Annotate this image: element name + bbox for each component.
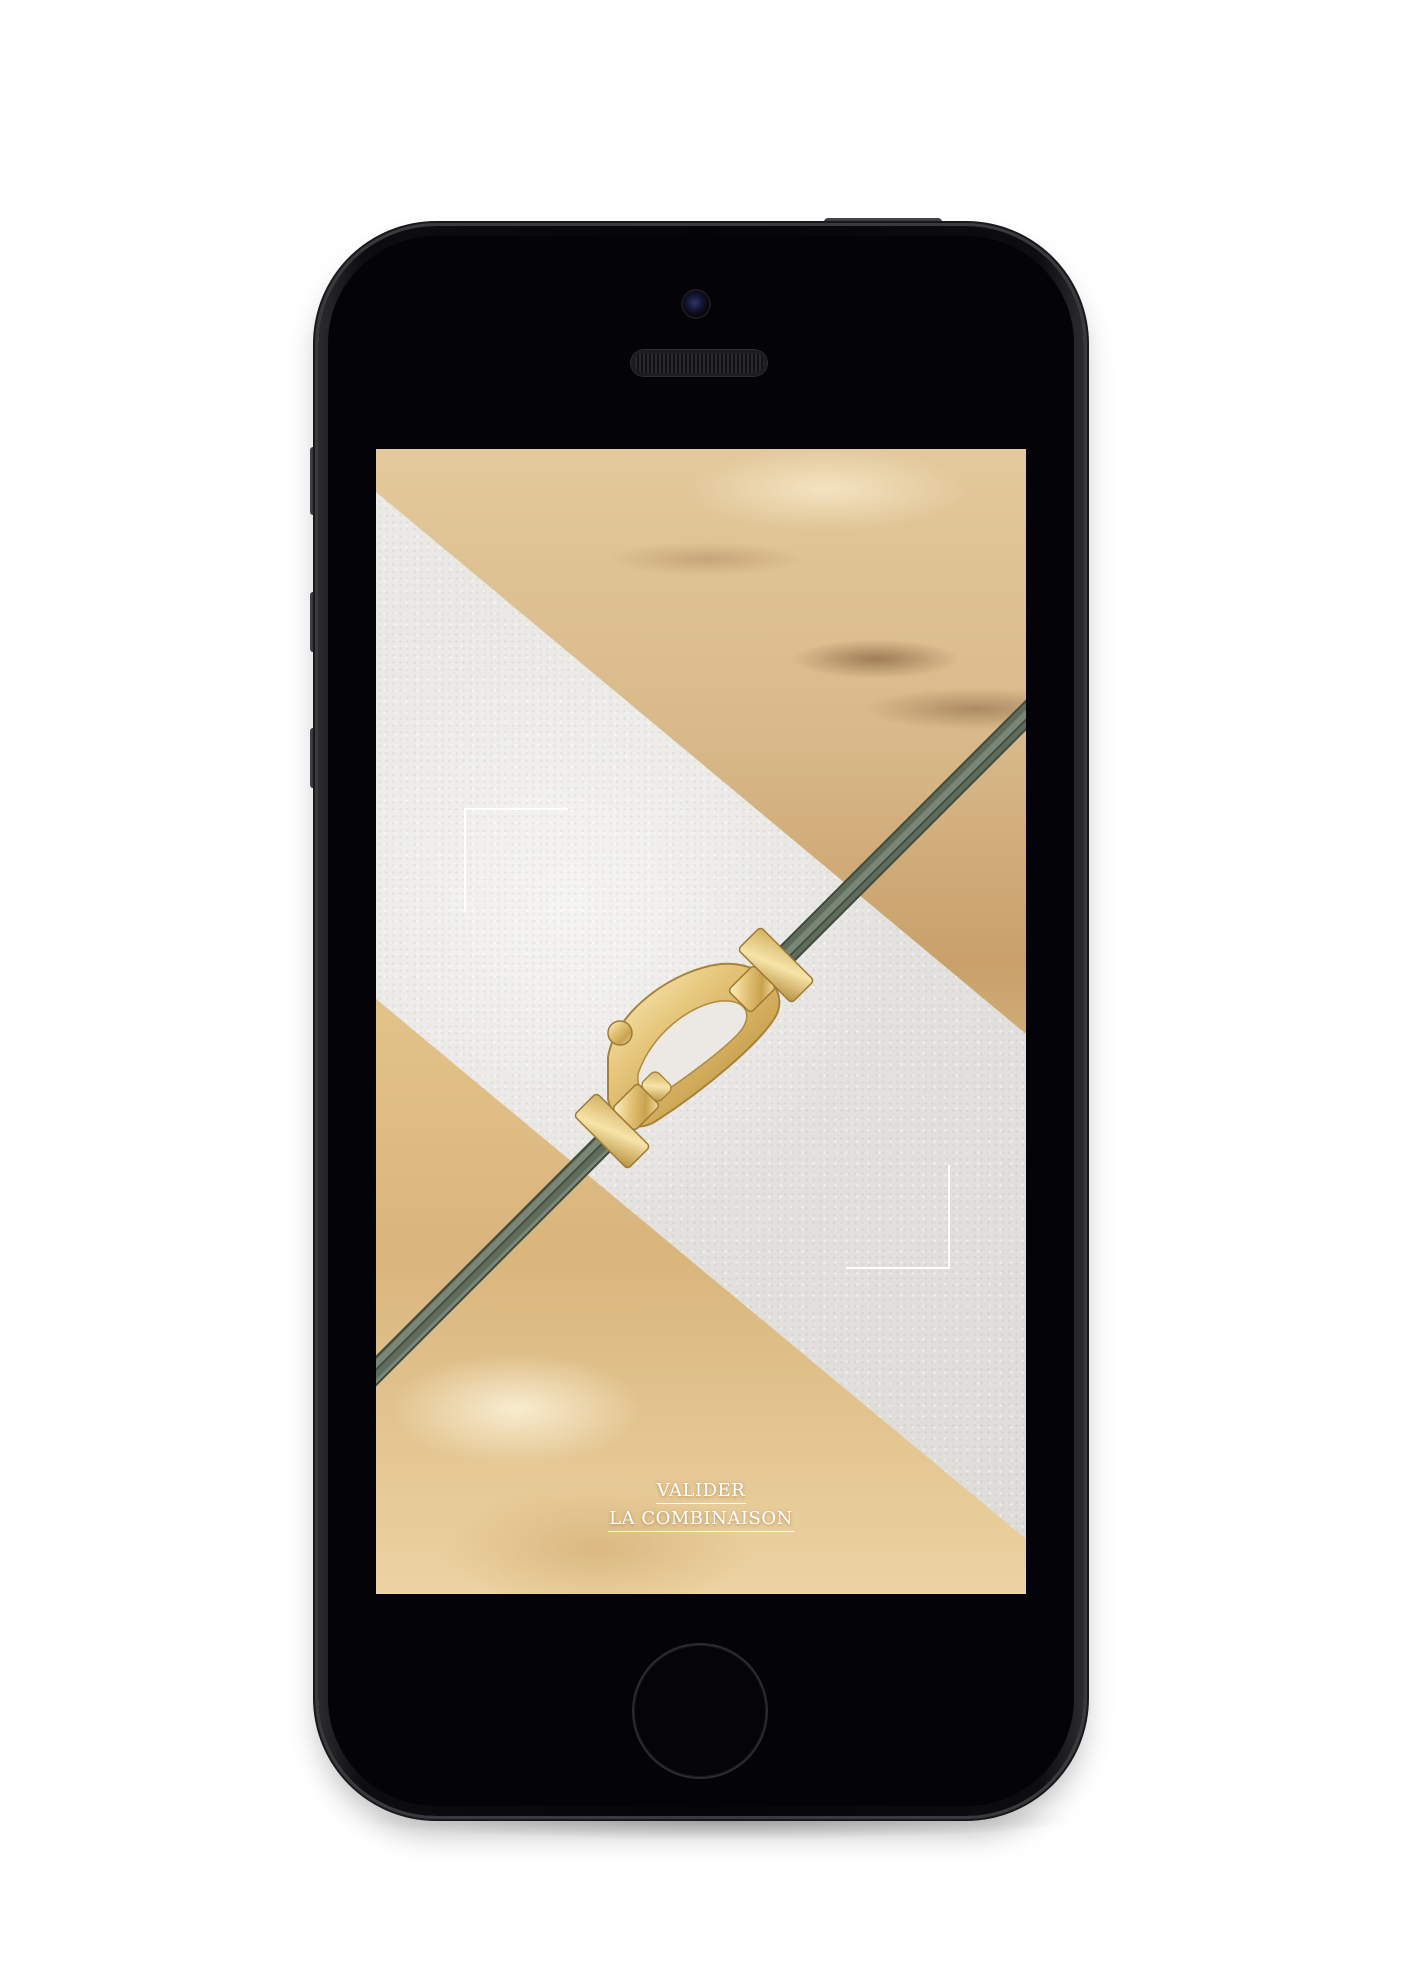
cta-line-1: VALIDER (655, 1479, 747, 1504)
validate-combination-button[interactable]: VALIDER LA COMBINAISON (551, 1479, 851, 1535)
cta-line-2: LA COMBINAISON (608, 1507, 794, 1532)
home-button[interactable] (634, 1645, 766, 1777)
cable-left (376, 1128, 619, 1387)
bracelet-product-image[interactable] (376, 449, 1026, 1594)
earpiece-speaker-icon (631, 350, 767, 376)
clasp-knob-icon (607, 1020, 633, 1046)
front-camera-icon (683, 291, 709, 317)
cable-right (765, 699, 1026, 976)
app-screen: VALIDER LA COMBINAISON (376, 449, 1026, 1594)
